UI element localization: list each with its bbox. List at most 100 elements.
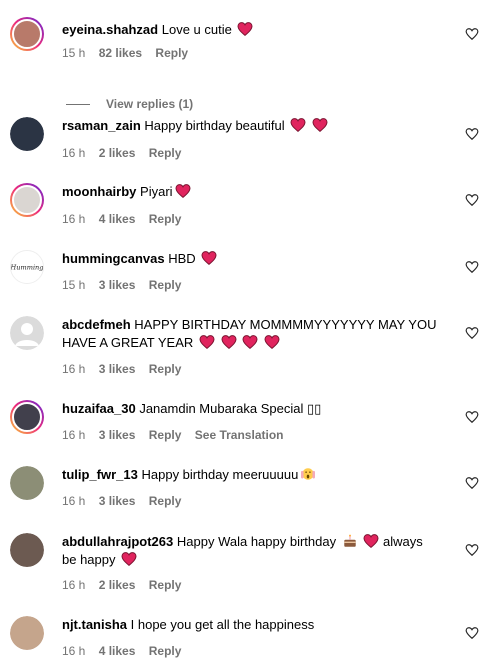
comment-meta: 16 h 3 likes Reply See Translation [62, 428, 293, 442]
comment-username[interactable]: tulip_fwr_13 [62, 467, 138, 482]
comment-text: moonhairby Piyari [62, 183, 439, 201]
red-heart-emoji-icon [290, 118, 306, 132]
red-heart-emoji-icon [264, 335, 280, 349]
comment-meta: 16 h 3 likes Reply [62, 362, 191, 376]
comment-text: rsaman_zain Happy birthday beautiful [62, 117, 439, 135]
avatar[interactable] [10, 466, 44, 500]
avatar[interactable] [10, 316, 44, 350]
reply-button[interactable]: Reply [149, 146, 182, 160]
comment-username[interactable]: moonhairby [62, 184, 136, 199]
red-heart-emoji-icon [121, 552, 137, 566]
view-replies-line [66, 104, 90, 106]
comment-text: njt.tanisha I hope you get all the happi… [62, 616, 439, 634]
comment-username[interactable]: huzaifaa_30 [62, 401, 136, 416]
comment-username[interactable]: abdullahrajpot263 [62, 534, 173, 549]
view-replies-label: View replies (1) [106, 97, 194, 111]
heart-outline-icon[interactable] [465, 326, 479, 340]
comment-meta: 16 h 4 likes Reply [62, 212, 191, 226]
red-heart-emoji-icon [312, 118, 328, 132]
red-heart-emoji-icon [175, 184, 191, 198]
comment-text: abdullahrajpot263 Happy Wala happy birth… [62, 533, 439, 569]
avatar[interactable] [10, 533, 44, 567]
view-replies-link[interactable]: View replies (1) [66, 97, 193, 111]
avatar[interactable] [10, 183, 44, 217]
reply-button[interactable]: Reply [149, 494, 182, 508]
comment-meta: 16 h 2 likes Reply [62, 578, 191, 592]
comment-time: 16 h [62, 146, 86, 160]
reply-button[interactable]: Reply [155, 46, 188, 60]
comment-time: 16 h [62, 428, 86, 442]
comment-likes[interactable]: 3 likes [99, 362, 136, 376]
comment-username[interactable]: eyeina.shahzad [62, 22, 158, 37]
comment-body: HBD [168, 251, 196, 266]
heart-outline-icon[interactable] [465, 543, 479, 557]
comment-time: 16 h [62, 212, 86, 226]
heart-outline-icon[interactable] [465, 476, 479, 490]
comment-body: Happy Wala happy birthday [176, 534, 337, 549]
avatar[interactable] [10, 616, 44, 650]
comment-username[interactable]: njt.tanisha [62, 617, 127, 632]
reply-button[interactable]: Reply [149, 278, 182, 292]
comment-meta: 15 h 3 likes Reply [62, 278, 191, 292]
hummingcanvas-logo: Humming [11, 251, 43, 283]
red-heart-emoji-icon [199, 335, 215, 349]
comment-time: 15 h [62, 278, 86, 292]
birthday-cake-emoji-icon [343, 534, 356, 547]
comment-time: 15 h [62, 46, 86, 60]
reply-button[interactable]: Reply [149, 212, 182, 226]
heart-outline-icon[interactable] [465, 193, 479, 207]
comment-body: I hope you get all the happiness [130, 617, 315, 632]
comment-text: huzaifaa_30 Janamdin Mubaraka Special ▯▯ [62, 400, 439, 418]
comment-text: eyeina.shahzad Love u cutie [62, 21, 439, 39]
comment-meta: 16 h 2 likes Reply [62, 146, 191, 160]
comment-body: Happy birthday beautiful [144, 118, 285, 133]
reply-button[interactable]: Reply [149, 578, 182, 592]
heart-outline-icon[interactable] [465, 626, 479, 640]
face-screaming-emoji-icon [301, 468, 316, 480]
heart-outline-icon[interactable] [465, 27, 479, 41]
avatar[interactable] [10, 17, 44, 51]
reply-button[interactable]: Reply [149, 644, 182, 658]
comment-text: abcdefmeh HAPPY BIRTHDAY MOMMMMYYYYYYY M… [62, 316, 439, 352]
comment-time: 16 h [62, 494, 86, 508]
comment-meta: 16 h 3 likes Reply [62, 494, 191, 508]
heart-outline-icon[interactable] [465, 410, 479, 424]
comment-body: Happy birthday meeruuuuu [141, 467, 299, 482]
comments-list: eyeina.shahzad Love u cutie 15 h 82 like… [0, 0, 491, 672]
avatar[interactable] [10, 400, 44, 434]
see-translation-button[interactable]: See Translation [195, 428, 284, 442]
comment-text: hummingcanvas HBD [62, 250, 439, 268]
comment-body: Love u cutie [161, 22, 232, 37]
comment-likes[interactable]: 3 likes [99, 494, 136, 508]
comment-likes[interactable]: 3 likes [99, 428, 136, 442]
comment-username[interactable]: rsaman_zain [62, 118, 141, 133]
comment-likes[interactable]: 3 likes [99, 278, 136, 292]
avatar[interactable]: Humming [10, 250, 44, 284]
red-heart-emoji-icon [242, 335, 258, 349]
comment-meta: 16 h 4 likes Reply [62, 644, 191, 658]
red-heart-emoji-icon [221, 335, 236, 349]
reply-button[interactable]: Reply [149, 362, 182, 376]
comment-username[interactable]: hummingcanvas [62, 251, 165, 266]
comment-meta: 15 h 82 likes Reply [62, 46, 198, 60]
comment-likes[interactable]: 4 likes [99, 644, 136, 658]
avatar[interactable] [10, 117, 44, 151]
heart-outline-icon[interactable] [465, 260, 479, 274]
heart-outline-icon[interactable] [465, 127, 479, 141]
comment-text: tulip_fwr_13 Happy birthday meeruuuuu [62, 466, 439, 484]
comment-likes[interactable]: 82 likes [99, 46, 142, 60]
comment-time: 16 h [62, 578, 86, 592]
comment-body: Piyari [140, 184, 173, 199]
comment-likes[interactable]: 2 likes [99, 146, 136, 160]
comment-likes[interactable]: 4 likes [99, 212, 136, 226]
red-heart-emoji-icon [363, 534, 379, 548]
red-heart-emoji-icon [237, 22, 253, 36]
hummingcanvas-logo-text: Humming [11, 263, 43, 271]
comment-body: Janamdin Mubaraka Special ▯▯ [139, 401, 322, 416]
comment-username[interactable]: abcdefmeh [62, 317, 131, 332]
reply-button[interactable]: Reply [149, 428, 182, 442]
default-avatar-icon [10, 316, 44, 350]
comment-time: 16 h [62, 644, 86, 658]
red-heart-emoji-icon [201, 251, 217, 265]
comment-likes[interactable]: 2 likes [99, 578, 136, 592]
